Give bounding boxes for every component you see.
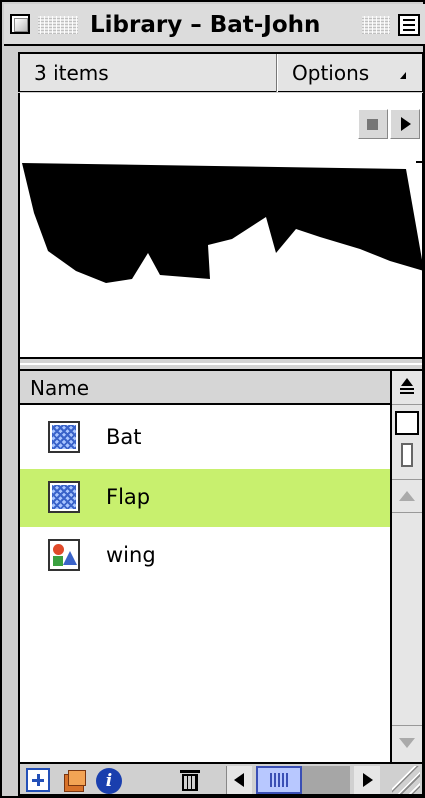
list-header: Name	[18, 371, 390, 405]
movie-clip-symbol-icon	[48, 481, 80, 513]
library-window: Library – Bat-John 3 items Options Name	[0, 0, 425, 798]
preview-bat-shape	[22, 161, 424, 283]
delete-icon[interactable]	[178, 768, 202, 792]
title-bar[interactable]: Library – Bat-John	[4, 4, 425, 46]
new-symbol-icon[interactable]	[26, 768, 50, 792]
resize-grip-icon[interactable]	[392, 766, 420, 794]
scroll-left-arrow-icon[interactable]	[226, 766, 252, 794]
bat-wing-shape	[22, 163, 424, 283]
properties-icon[interactable]: i	[96, 768, 122, 794]
horizontal-scroll-thumb[interactable]	[256, 766, 302, 794]
list-item[interactable]: wing	[20, 527, 390, 585]
play-button[interactable]	[390, 109, 420, 139]
options-menu-arrow-icon[interactable]	[400, 72, 406, 79]
side-controls	[390, 371, 424, 762]
collapse-box-icon[interactable]	[398, 14, 420, 36]
list-item-label: Bat	[106, 425, 142, 449]
title-grip-left[interactable]	[38, 16, 78, 34]
library-toolbar: i	[18, 762, 424, 796]
stop-button[interactable]	[358, 109, 388, 139]
vertical-scroll-track[interactable]	[392, 514, 422, 724]
name-column-header[interactable]: Name	[30, 375, 89, 401]
scroll-right-arrow-icon[interactable]	[354, 766, 380, 794]
window-title: Library – Bat-John	[90, 12, 321, 38]
wide-view-icon[interactable]	[395, 411, 419, 435]
close-box-icon[interactable]	[10, 14, 30, 34]
title-grip-right[interactable]	[362, 16, 390, 34]
scroll-down-arrow-icon[interactable]	[392, 725, 422, 759]
header-divider-highlight	[277, 54, 278, 92]
list-item-selected[interactable]: Flap	[20, 469, 390, 527]
narrow-view-icon[interactable]	[401, 443, 413, 467]
graphic-symbol-icon	[48, 539, 80, 571]
symbol-preview	[18, 93, 424, 357]
symbol-list: Bat Flap wing	[18, 405, 390, 762]
options-menu-button[interactable]: Options	[292, 60, 369, 86]
movie-clip-symbol-icon	[48, 421, 80, 453]
new-folder-icon[interactable]	[62, 768, 86, 792]
list-item-label: Flap	[106, 485, 151, 509]
sort-order-button[interactable]	[392, 371, 422, 405]
list-item-label: wing	[106, 543, 156, 567]
horizontal-scroll-track[interactable]	[302, 766, 350, 794]
pane-divider[interactable]	[18, 357, 424, 371]
list-item[interactable]: Bat	[20, 409, 390, 467]
item-count: 3 items	[34, 61, 109, 85]
preview-edge-mark	[416, 161, 424, 163]
scroll-up-arrow-icon[interactable]	[392, 479, 422, 513]
library-header: 3 items Options	[18, 52, 424, 92]
